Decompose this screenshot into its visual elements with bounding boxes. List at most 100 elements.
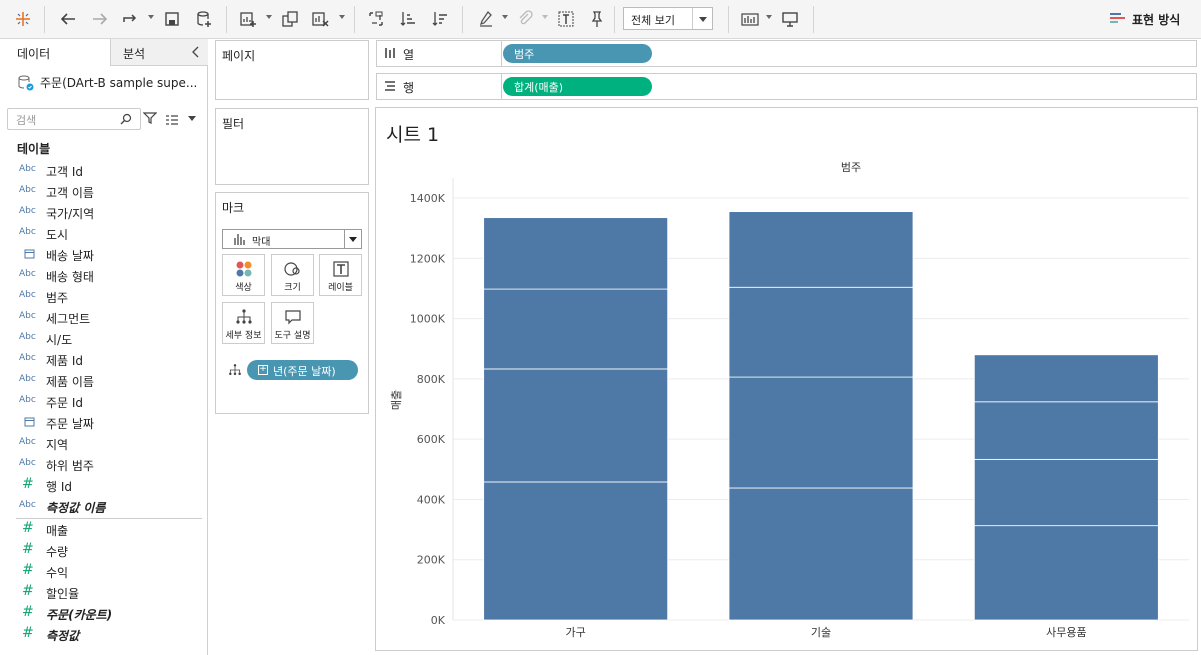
color-button[interactable]: 색상 — [222, 254, 265, 296]
detail-button[interactable]: 세부 정보 — [222, 302, 265, 344]
field-name: 측정값 — [46, 629, 80, 643]
measure-type-icon: # — [22, 604, 34, 620]
collapse-pane-icon[interactable] — [190, 46, 202, 58]
field-item[interactable]: 배송 날짜 — [0, 244, 208, 265]
field-item[interactable]: Abc 고객 Id — [0, 160, 208, 181]
field-item[interactable]: # 주문(카운트) — [0, 603, 208, 624]
columns-icon — [385, 48, 395, 58]
columns-label: 열 — [403, 48, 415, 62]
show-cards-dropdown-icon[interactable] — [766, 15, 772, 19]
measure-type-icon: # — [22, 476, 34, 492]
field-item[interactable]: Abc 국가/지역 — [0, 202, 208, 223]
field-item[interactable]: # 수량 — [0, 540, 208, 561]
new-datasource-icon[interactable] — [194, 9, 214, 29]
highlight-icon[interactable] — [476, 9, 496, 29]
bar-segment — [483, 288, 669, 370]
field-item[interactable]: 주문 날짜 — [0, 412, 208, 433]
tableau-app: 전체 보기 표현 방식 데이터 분석 주문(DArt-B sample supe… — [0, 0, 1201, 655]
toolbar-separator — [728, 6, 729, 33]
tableau-logo-icon[interactable] — [13, 9, 33, 29]
field-item[interactable]: Abc 도시 — [0, 223, 208, 244]
field-item[interactable]: Abc 세그먼트 — [0, 307, 208, 328]
redo-icon[interactable] — [90, 9, 110, 29]
fit-view-select[interactable]: 전체 보기 — [623, 7, 713, 30]
expand-icon[interactable]: + — [258, 365, 268, 375]
pages-card[interactable]: 페이지 — [215, 40, 369, 100]
save-icon[interactable] — [162, 9, 182, 29]
size-label: 크기 — [284, 283, 301, 293]
sort-ascending-icon[interactable] — [398, 9, 418, 29]
field-item[interactable]: Abc 제품 Id — [0, 349, 208, 370]
string-type-icon: Abc — [19, 164, 36, 174]
field-name: 주문 날짜 — [46, 417, 94, 431]
presentation-mode-icon[interactable] — [780, 9, 800, 29]
measures-divider — [16, 518, 202, 519]
measure-type-icon: # — [22, 520, 34, 536]
group-members-icon[interactable] — [515, 9, 535, 29]
rows-shelf[interactable]: 행 합계(매출) — [376, 73, 1197, 100]
tooltip-icon — [284, 310, 301, 325]
label-button[interactable]: 레이블 — [319, 254, 362, 296]
string-type-icon: Abc — [19, 374, 36, 384]
view-options-icon[interactable] — [165, 111, 196, 125]
field-item[interactable]: Abc 측정값 이름 — [0, 496, 208, 517]
clear-sheet-icon[interactable] — [310, 9, 330, 29]
search-icon — [120, 113, 132, 125]
string-type-icon: Abc — [19, 206, 36, 216]
columns-shelf[interactable]: 열 범주 — [376, 40, 1197, 67]
field-item[interactable]: Abc 시/도 — [0, 328, 208, 349]
fix-axes-icon[interactable] — [586, 9, 606, 29]
string-type-icon: Abc — [19, 311, 36, 321]
new-worksheet-icon[interactable] — [238, 9, 258, 29]
field-item[interactable]: # 할인율 — [0, 582, 208, 603]
tooltip-button[interactable]: 도구 설명 — [271, 302, 314, 344]
field-item[interactable]: # 수익 — [0, 561, 208, 582]
clear-dropdown-icon[interactable] — [339, 15, 345, 19]
mark-type-select[interactable]: 막대 — [222, 229, 362, 249]
field-item[interactable]: # 매출 — [0, 519, 208, 540]
field-name: 제품 Id — [46, 354, 84, 368]
show-labels-icon[interactable] — [556, 9, 576, 29]
label-label: 레이블 — [328, 283, 353, 293]
x-tick-label: 가구 — [566, 626, 586, 639]
detail-icon — [235, 309, 252, 324]
columns-pill[interactable]: 범주 — [503, 44, 652, 63]
detail-pill[interactable]: + 년(주문 날짜) — [247, 360, 358, 380]
new-worksheet-dropdown-icon[interactable] — [266, 15, 272, 19]
field-item[interactable]: Abc 주문 Id — [0, 391, 208, 412]
field-item[interactable]: Abc 제품 이름 — [0, 370, 208, 391]
pages-title: 페이지 — [222, 49, 256, 63]
rows-pill[interactable]: 합계(매출) — [503, 77, 652, 96]
size-button[interactable]: 크기 — [271, 254, 314, 296]
field-item[interactable]: Abc 배송 형태 — [0, 265, 208, 286]
tab-data[interactable]: 데이터 — [0, 39, 111, 66]
field-item[interactable]: # 행 Id — [0, 475, 208, 496]
field-item[interactable]: # 측정값 — [0, 624, 208, 645]
field-item[interactable]: Abc 하위 범주 — [0, 454, 208, 475]
field-item[interactable]: Abc 지역 — [0, 433, 208, 454]
field-name: 수량 — [46, 545, 69, 559]
undo-icon[interactable] — [58, 9, 78, 29]
filter-icon[interactable] — [143, 111, 157, 125]
duplicate-icon[interactable] — [280, 9, 300, 29]
highlight-dropdown-icon[interactable] — [502, 15, 508, 19]
field-name: 주문(카운트) — [46, 608, 113, 622]
chevron-down-icon[interactable] — [692, 8, 712, 29]
marks-title: 마크 — [222, 201, 245, 215]
show-me-button[interactable]: 표현 방식 — [1110, 9, 1180, 29]
field-item[interactable]: Abc 범주 — [0, 286, 208, 307]
field-item[interactable]: Abc 고객 이름 — [0, 181, 208, 202]
filters-card[interactable]: 필터 — [215, 108, 369, 185]
replay-icon[interactable] — [120, 9, 140, 29]
datasource-item[interactable]: 주문(DArt-B sample supe... — [0, 66, 208, 98]
bar-chart[interactable]: 범주 0K 200K 400K 600K 800K 1000K 1200K 1400K 매출가구 기… — [376, 108, 1197, 650]
y-tick-label: 200K — [417, 554, 446, 567]
swap-rows-columns-icon[interactable] — [366, 9, 386, 29]
sort-descending-icon[interactable] — [430, 9, 450, 29]
show-cards-icon[interactable] — [740, 9, 760, 29]
field-name: 시/도 — [46, 333, 73, 347]
replay-dropdown-icon[interactable] — [148, 15, 154, 19]
color-icon — [236, 261, 251, 277]
chevron-down-icon[interactable] — [344, 230, 361, 248]
rows-label: 행 — [403, 81, 415, 95]
